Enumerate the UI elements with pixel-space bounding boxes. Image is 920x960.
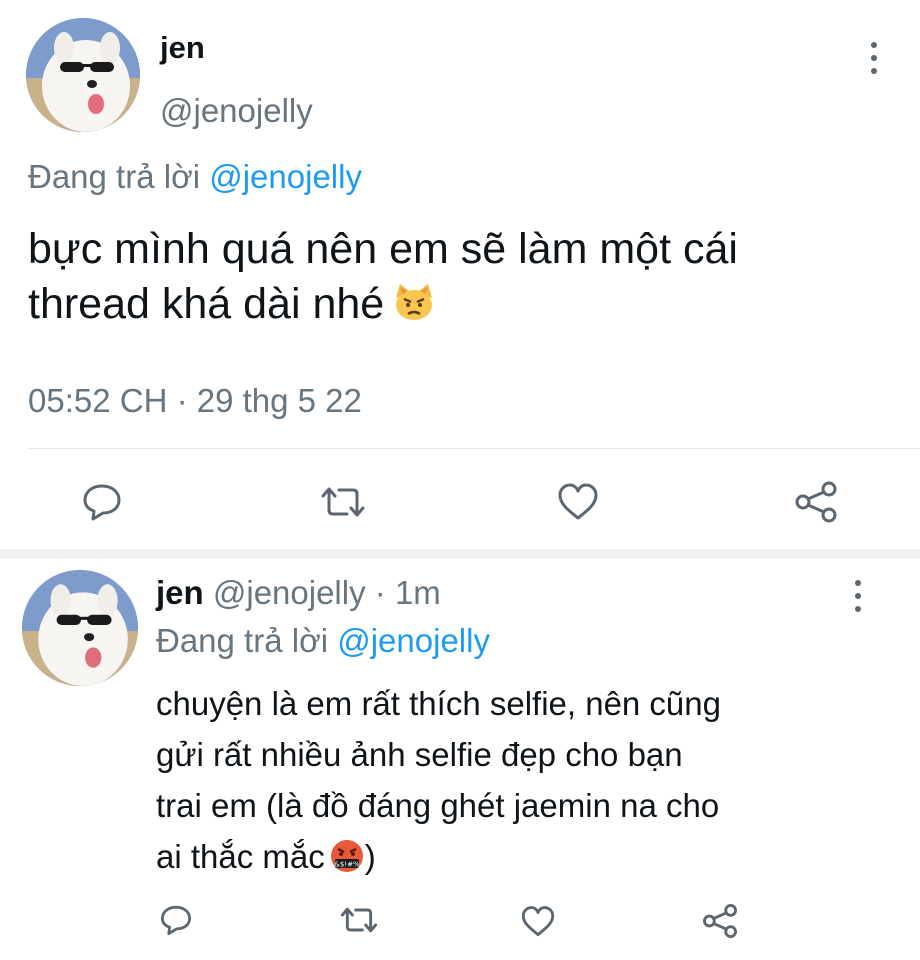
reply-replying-to-link[interactable]: @jenojelly: [337, 622, 490, 659]
reply-avatar[interactable]: [22, 570, 138, 686]
reply-share-button[interactable]: [698, 900, 742, 942]
share-button[interactable]: [790, 478, 842, 526]
reply-retweet-button[interactable]: [336, 902, 382, 938]
reply-text-line: ai thắc mắc &$!#% ): [156, 838, 376, 875]
reply-text-line: trai em (là đồ đáng ghét jaemin na cho: [156, 787, 720, 824]
cursing-face-emoji: &$!#%: [330, 840, 363, 872]
section-separator: [0, 550, 920, 558]
reply-reply-button[interactable]: [156, 900, 196, 940]
retweet-icon: [321, 487, 365, 517]
share-icon: [703, 904, 737, 938]
reply-header: jen @jenojelly · 1m: [156, 574, 441, 612]
replying-to-line: Đang trả lời @jenojelly: [28, 158, 362, 196]
reply-replying-to-line: Đang trả lời @jenojelly: [156, 622, 490, 660]
share-icon: [795, 481, 837, 523]
replying-prefix: Đang trả lời: [28, 158, 201, 195]
tweet-text-line-2: thread khá dài nhé: [28, 277, 738, 332]
reply-author-name[interactable]: jen: [156, 574, 204, 611]
svg-text:&$!#%: &$!#%: [334, 861, 360, 869]
reply-text-line: chuyện là em rất thích selfie, nên cũng: [156, 685, 721, 722]
reply-like-button[interactable]: [518, 902, 558, 940]
reply-button[interactable]: [78, 478, 126, 526]
tweet-text-line: bực mình quá nên em sẽ làm một cái: [28, 225, 738, 273]
author-handle[interactable]: @jenojelly: [160, 92, 313, 130]
retweet-icon: [340, 907, 378, 933]
reply-time-ago[interactable]: 1m: [395, 574, 441, 611]
reply-icon: [83, 484, 121, 521]
reply-text: chuyện là em rất thích selfie, nên cũng …: [156, 678, 721, 882]
retweet-button[interactable]: [316, 480, 370, 524]
reply-more-options-icon[interactable]: [852, 580, 864, 612]
like-icon: [521, 905, 555, 936]
samoyed-avatar-image: [22, 570, 138, 686]
replying-to-link[interactable]: @jenojelly: [209, 158, 362, 195]
like-button[interactable]: [554, 480, 602, 524]
reply-time-separator: ·: [374, 574, 386, 611]
like-icon: [558, 483, 598, 520]
reply-replying-prefix: Đang trả lời: [156, 622, 329, 659]
timestamp[interactable]: 05:52 CH · 29 thg 5 22: [28, 382, 362, 420]
avatar[interactable]: [26, 18, 140, 132]
divider: [28, 448, 920, 449]
tweet-text: bực mình quá nên em sẽ làm một cái threa…: [28, 222, 738, 332]
cat-angry-emoji: [396, 284, 433, 320]
reply-text-line: gửi rất nhiều ảnh selfie đẹp cho bạn: [156, 736, 683, 773]
more-options-icon[interactable]: [868, 42, 880, 74]
reply-icon: [160, 905, 191, 935]
reply-author-handle[interactable]: @jenojelly: [213, 574, 366, 611]
samoyed-avatar-image: [26, 18, 140, 132]
author-name[interactable]: jen: [160, 30, 205, 66]
